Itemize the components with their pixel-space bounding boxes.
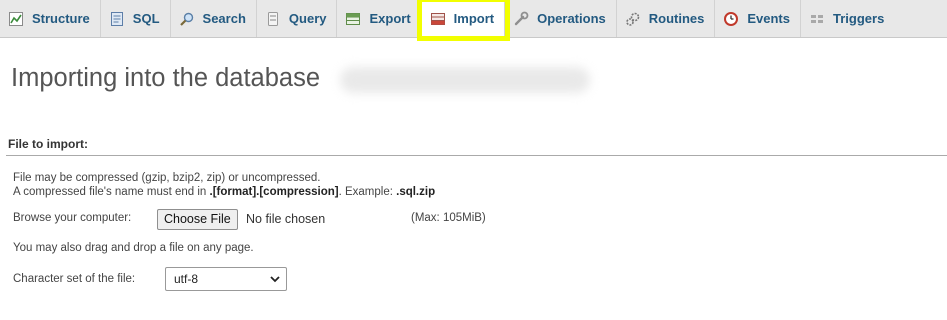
tab-sql[interactable]: SQL	[100, 0, 171, 37]
tab-search-label: Search	[202, 11, 246, 26]
tab-query-label: Query	[288, 11, 327, 26]
search-icon	[179, 12, 193, 26]
tab-structure[interactable]: Structure	[0, 0, 101, 37]
chevron-down-icon	[270, 276, 280, 283]
filename-note: A compressed file's name must end in .[f…	[13, 186, 435, 198]
page-title: Importing into the database	[11, 64, 321, 92]
tab-triggers[interactable]: Triggers	[801, 0, 895, 37]
tab-triggers-label: Triggers	[833, 11, 885, 26]
tab-query[interactable]: Query	[256, 0, 338, 37]
filename-note-format: .[format].[compression]	[209, 186, 339, 198]
triggers-icon	[811, 14, 823, 23]
compression-note: File may be compressed (gzip, bzip2, zip…	[13, 172, 321, 184]
tab-export[interactable]: Export	[337, 0, 422, 37]
import-icon	[430, 12, 445, 25]
structure-icon	[9, 11, 23, 26]
database-name-redacted	[340, 67, 590, 93]
tab-operations-label: Operations	[537, 11, 606, 26]
tab-routines[interactable]: Routines	[616, 0, 716, 37]
choose-file-button[interactable]: Choose File	[157, 209, 238, 230]
tab-sql-label: SQL	[132, 11, 160, 26]
query-icon	[267, 11, 278, 26]
no-file-chosen-text: No file chosen	[246, 212, 326, 226]
charset-select[interactable]: utf-8	[165, 267, 287, 291]
max-upload-size: (Max: 105MiB)	[411, 212, 486, 224]
tab-routines-label: Routines	[648, 11, 705, 26]
operations-icon	[514, 11, 529, 25]
drag-drop-note: You may also drag and drop a file on any…	[13, 242, 254, 254]
tab-bar: Structure SQL Search Query Export Import…	[0, 0, 947, 41]
tab-events-label: Events	[747, 11, 790, 26]
tab-import-label: Import	[453, 11, 495, 26]
tab-structure-label: Structure	[32, 11, 90, 26]
filename-note-middle: . Example:	[338, 186, 397, 198]
routines-icon	[625, 12, 640, 26]
events-icon	[724, 11, 739, 26]
sql-icon	[110, 11, 123, 26]
legend-divider	[6, 155, 947, 156]
tab-operations[interactable]: Operations	[505, 0, 617, 37]
export-icon	[346, 12, 361, 25]
filename-note-prefix: A compressed file's name must end in	[13, 186, 210, 198]
tab-import[interactable]: Import	[416, 0, 511, 41]
tab-events[interactable]: Events	[715, 0, 801, 37]
charset-selected-value: utf-8	[174, 272, 199, 286]
tab-search[interactable]: Search	[170, 0, 257, 37]
file-import-legend: File to import:	[8, 137, 88, 151]
browse-label: Browse your computer:	[13, 212, 132, 224]
tab-export-label: Export	[369, 11, 411, 26]
charset-label: Character set of the file:	[13, 273, 136, 285]
filename-note-example: .sql.zip	[396, 186, 436, 198]
